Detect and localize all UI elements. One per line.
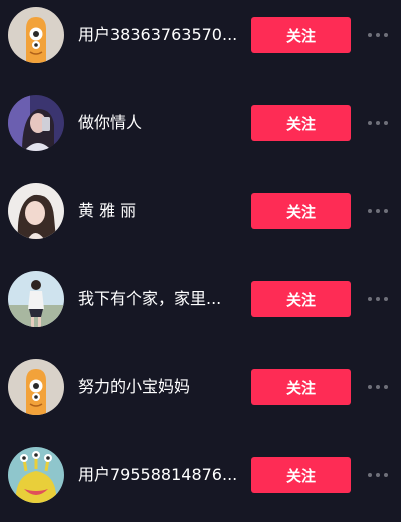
username[interactable]: 用户38363763570... bbox=[78, 0, 238, 70]
orange-mascot-avatar-icon[interactable] bbox=[8, 7, 64, 63]
list-item[interactable]: 我下有个家，家里... 关注 bbox=[0, 264, 401, 334]
girl-photo-avatar-icon[interactable] bbox=[8, 95, 64, 151]
more-options-icon[interactable] bbox=[366, 25, 390, 45]
list-item[interactable]: 黄 雅 丽 关注 bbox=[0, 176, 401, 246]
more-options-icon[interactable] bbox=[366, 377, 390, 397]
orange-mascot-avatar-icon[interactable] bbox=[8, 359, 64, 415]
girl-photo-avatar-icon[interactable] bbox=[8, 271, 64, 327]
girl-photo-avatar-icon[interactable] bbox=[8, 183, 64, 239]
follow-button[interactable]: 关注 bbox=[251, 369, 351, 405]
list-item[interactable]: 用户79558814876... 关注 bbox=[0, 440, 401, 510]
username[interactable]: 黄 雅 丽 bbox=[78, 176, 238, 246]
list-item[interactable]: 做你情人 关注 bbox=[0, 88, 401, 158]
yellow-monster-avatar-icon[interactable] bbox=[8, 447, 64, 503]
follow-button[interactable]: 关注 bbox=[251, 193, 351, 229]
list-item[interactable]: 努力的小宝妈妈 关注 bbox=[0, 352, 401, 422]
follow-button[interactable]: 关注 bbox=[251, 457, 351, 493]
list-item[interactable]: 用户38363763570... 关注 bbox=[0, 0, 401, 70]
follow-button[interactable]: 关注 bbox=[251, 281, 351, 317]
more-options-icon[interactable] bbox=[366, 201, 390, 221]
more-options-icon[interactable] bbox=[366, 289, 390, 309]
username[interactable]: 用户79558814876... bbox=[78, 440, 238, 510]
follow-list: 用户38363763570... 关注 做你情人 关注 黄 雅 丽 关注 我下有… bbox=[0, 0, 401, 522]
more-options-icon[interactable] bbox=[366, 113, 390, 133]
username[interactable]: 努力的小宝妈妈 bbox=[78, 352, 238, 422]
username[interactable]: 做你情人 bbox=[78, 88, 238, 158]
follow-button[interactable]: 关注 bbox=[251, 105, 351, 141]
more-options-icon[interactable] bbox=[366, 465, 390, 485]
follow-button[interactable]: 关注 bbox=[251, 17, 351, 53]
username[interactable]: 我下有个家，家里... bbox=[78, 264, 238, 334]
